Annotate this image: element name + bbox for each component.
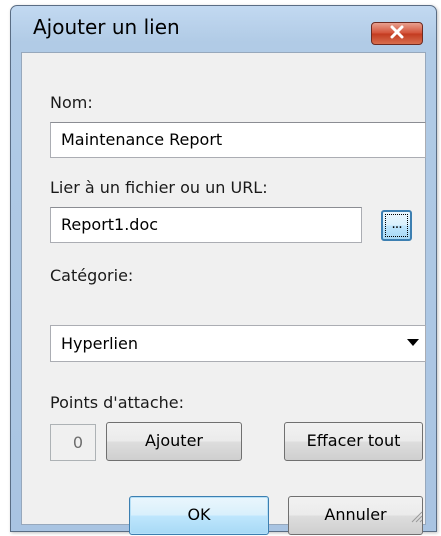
- add-button[interactable]: Ajouter: [106, 422, 242, 461]
- close-icon: [389, 24, 405, 43]
- link-field[interactable]: Report1.doc: [50, 207, 362, 243]
- close-button[interactable]: [371, 22, 423, 45]
- dialog-window: Ajouter un lien Nom: Maintenance Report …: [10, 5, 437, 535]
- chevron-down-icon: [407, 339, 419, 346]
- cancel-button[interactable]: Annuler: [288, 496, 423, 535]
- attach-points-count: 0: [50, 424, 96, 461]
- browse-button[interactable]: ...: [381, 210, 412, 241]
- focus-indicator: [385, 214, 408, 237]
- ok-button[interactable]: OK: [129, 496, 269, 535]
- name-field[interactable]: Maintenance Report: [50, 122, 426, 158]
- title-bar[interactable]: Ajouter un lien: [11, 6, 436, 52]
- dialog-body: Nom: Maintenance Report Lier à un fichie…: [21, 52, 426, 535]
- name-label: Nom:: [50, 93, 93, 112]
- link-label: Lier à un fichier ou un URL:: [50, 178, 268, 197]
- clear-all-button[interactable]: Effacer tout: [284, 422, 423, 461]
- category-label: Catégorie:: [50, 266, 134, 285]
- attach-points-label: Points d'attache:: [50, 393, 185, 412]
- window-title: Ajouter un lien: [33, 15, 180, 39]
- category-selected-value: Hyperlien: [61, 334, 138, 353]
- category-select[interactable]: Hyperlien: [50, 325, 426, 362]
- resize-grip-icon[interactable]: [409, 508, 423, 523]
